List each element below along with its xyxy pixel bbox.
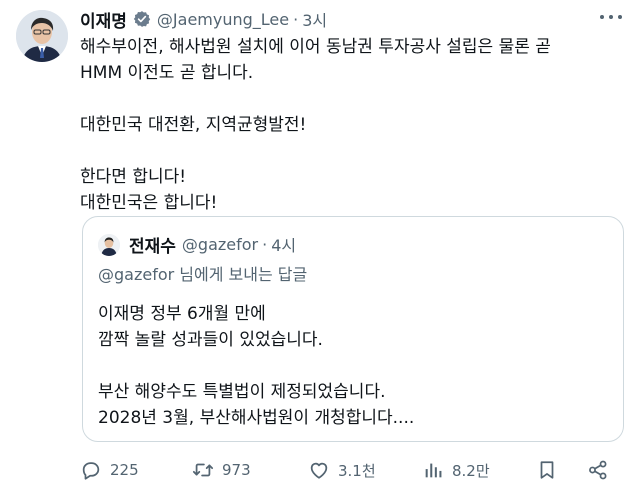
reply-count: 225 <box>110 461 139 479</box>
quoted-timestamp[interactable]: 4시 <box>271 232 296 256</box>
reply-mention[interactable]: @gazefor <box>98 265 174 284</box>
quoted-text-line: 부산 해양수도 특별법이 제정되었습니다. <box>98 382 386 402</box>
bookmark-icon <box>540 461 554 479</box>
view-count: 8.2만 <box>452 461 490 480</box>
quoted-text-line: 2028년 3월, 부산해사법원이 개청합니다.... <box>98 408 415 428</box>
tweet[interactable]: 이재명 @Jaemyung_Lee · 3시 해수부이전, 해사법원 설치에 이… <box>0 0 640 495</box>
action-bar: 225 973 3.1천 8.2만 <box>80 456 620 484</box>
quoted-author-handle[interactable]: @gazefor <box>182 235 258 254</box>
quoted-text-line: 깜짝 놀랄 성과들이 있었습니다. <box>98 330 323 350</box>
bookmark-button[interactable] <box>536 456 558 484</box>
tweet-text-line: 대한민국은 합니다! <box>80 193 218 213</box>
reply-context: @gazefor 님에게 보내는 답글 <box>98 261 307 285</box>
like-button[interactable]: 3.1천 <box>308 456 376 484</box>
author-handle[interactable]: @Jaemyung_Lee <box>157 10 289 29</box>
verified-badge-icon <box>133 10 151 28</box>
retweet-icon <box>192 463 214 477</box>
share-icon <box>589 460 607 480</box>
separator: · <box>293 9 299 29</box>
quoted-tweet[interactable]: 전재수 @gazefor · 4시 @gazefor 님에게 보내는 답글 이재… <box>82 216 624 442</box>
views-button[interactable]: 8.2만 <box>422 456 490 484</box>
reply-icon <box>82 462 100 480</box>
tweet-text-line: 대한민국 대전환, 지역균형발전! <box>80 115 307 135</box>
quoted-avatar[interactable] <box>98 234 120 256</box>
quoted-text: 이재명 정부 6개월 만에 깜짝 놀랄 성과들이 있었습니다. 부산 해양수도 … <box>98 301 608 431</box>
more-icon[interactable] <box>600 10 622 24</box>
views-icon <box>425 463 442 478</box>
retweet-button[interactable]: 973 <box>192 456 251 484</box>
like-icon <box>310 462 328 479</box>
tweet-text: 해수부이전, 해사법원 설치에 이어 동남권 투자공사 설립은 물론 곧 HMM… <box>80 34 610 216</box>
quoted-text-line: 이재명 정부 6개월 만에 <box>98 304 266 324</box>
avatar[interactable] <box>16 10 68 62</box>
quoted-author-name[interactable]: 전재수 <box>129 232 176 257</box>
reply-button[interactable]: 225 <box>80 456 139 484</box>
separator: · <box>262 234 268 254</box>
share-button[interactable] <box>587 456 609 484</box>
tweet-text-line: 해수부이전, 해사법원 설치에 이어 동남권 투자공사 설립은 물론 곧 <box>80 37 551 57</box>
quoted-header: 전재수 @gazefor · 4시 <box>129 231 296 257</box>
tweet-text-line: HMM 이전도 곧 합니다. <box>80 63 254 83</box>
like-count: 3.1천 <box>338 461 376 480</box>
tweet-text-line: 한다면 합니다! <box>80 167 187 187</box>
retweet-count: 973 <box>222 461 251 479</box>
tweet-header: 이재명 @Jaemyung_Lee · 3시 <box>80 6 327 32</box>
timestamp[interactable]: 3시 <box>302 7 327 31</box>
reply-context-suffix: 님에게 보내는 답글 <box>174 265 308 284</box>
author-name[interactable]: 이재명 <box>80 7 127 32</box>
